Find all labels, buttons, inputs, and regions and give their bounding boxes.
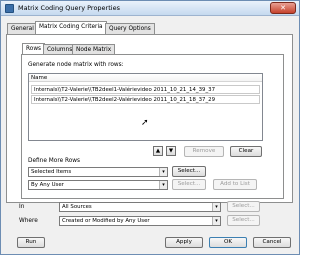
list-header-name[interactable]: Name xyxy=(29,74,262,82)
select-items-button[interactable]: Select... xyxy=(172,166,206,177)
chevron-down-icon[interactable]: ▾ xyxy=(159,181,167,189)
remove-button[interactable]: Remove xyxy=(184,146,224,157)
in-combo[interactable]: All Sources ▾ xyxy=(59,202,221,212)
where-combo[interactable]: Created or Modified by Any User ▾ xyxy=(59,216,221,226)
select-user-button[interactable]: Select... xyxy=(172,179,206,190)
add-to-list-button[interactable]: Add to List xyxy=(213,179,257,190)
apply-button[interactable]: Apply xyxy=(165,237,203,248)
list-item[interactable]: Internals\\T2-Valerie\\TB2deel2-Valériev… xyxy=(31,95,260,104)
chevron-down-icon[interactable]: ▾ xyxy=(212,217,220,225)
mouse-cursor-icon: ➚ xyxy=(141,118,149,128)
move-up-button[interactable]: ▲ xyxy=(153,146,163,156)
combo-value: By Any User xyxy=(31,182,64,188)
dialog-window: Matrix Coding Query Properties ✕ General… xyxy=(0,0,300,255)
combo-value: Created or Modified by Any User xyxy=(62,218,150,224)
ok-button[interactable]: OK xyxy=(209,237,247,248)
by-any-user-combo[interactable]: By Any User ▾ xyxy=(28,180,168,190)
list-item[interactable]: Internals\\T2-Valerie\\TB2deel1-Valériev… xyxy=(31,85,260,94)
close-button[interactable]: ✕ xyxy=(270,2,296,14)
cancel-button[interactable]: Cancel xyxy=(253,237,291,248)
where-label: Where xyxy=(19,218,38,224)
chevron-down-icon[interactable]: ▾ xyxy=(159,168,167,176)
rows-listview[interactable]: Name Internals\\T2-Valerie\\TB2deel1-Val… xyxy=(28,73,263,141)
clear-button[interactable]: Clear xyxy=(230,146,262,157)
run-button[interactable]: Run xyxy=(17,237,45,248)
define-more-rows-label: Define More Rows xyxy=(28,158,81,164)
selected-items-combo[interactable]: Selected Items ▾ xyxy=(28,167,168,177)
tab-matrix-coding-criteria[interactable]: Matrix Coding Criteria xyxy=(35,21,107,35)
chevron-down-icon[interactable]: ▾ xyxy=(212,203,220,211)
where-select-button[interactable]: Select... xyxy=(227,215,260,226)
in-label: In xyxy=(19,204,25,210)
title-bar[interactable]: Matrix Coding Query Properties ✕ xyxy=(1,1,299,16)
move-down-button[interactable]: ▼ xyxy=(166,146,176,156)
app-icon xyxy=(5,4,14,13)
window-title: Matrix Coding Query Properties xyxy=(18,4,120,12)
combo-value: All Sources xyxy=(62,204,92,210)
combo-value: Selected Items xyxy=(31,169,72,175)
in-select-button[interactable]: Select... xyxy=(227,201,260,212)
rows-heading: Generate node matrix with rows: xyxy=(28,62,124,68)
